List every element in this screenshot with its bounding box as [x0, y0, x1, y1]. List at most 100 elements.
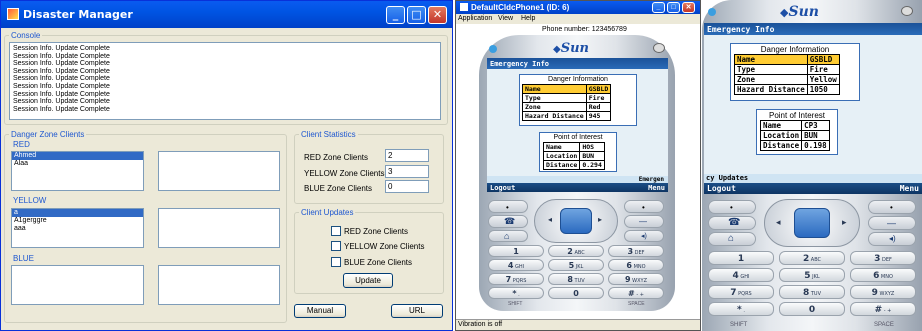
key-5[interactable]: 5 JKL	[548, 259, 604, 271]
dpad-right-icon: ▸	[598, 215, 603, 224]
yellow-zone-client-item[interactable]: A1gerggre	[12, 217, 143, 225]
phone2-call-key[interactable]: ☎	[708, 216, 756, 230]
phone1-space-label: SPACE	[628, 301, 645, 307]
red-zone-client-item[interactable]: Alaa	[12, 160, 143, 168]
phone2-select-key[interactable]	[794, 208, 830, 238]
key-6[interactable]: 6 MNO	[850, 268, 916, 282]
key-8[interactable]: 8 TUV	[779, 285, 845, 299]
blue-clients-field[interactable]: 0	[385, 180, 429, 193]
blue-update-checkbox[interactable]	[331, 257, 341, 267]
key-0[interactable]: 0	[548, 287, 604, 299]
dpad-left-icon: ◂	[548, 215, 553, 224]
red-zone-list[interactable]: Ahmed Alaa	[11, 151, 144, 191]
blue-zone-list[interactable]	[11, 265, 144, 305]
yellow-zone-client-item[interactable]: a	[12, 209, 143, 217]
info-row: Name GSBLD	[522, 84, 612, 94]
phone1-keypad: 1 2 ABC 3 DEF 4 GHI 5 JKL 6 MNO 7 PQRS 8 TUV 9 W…	[488, 245, 664, 305]
red-clients-field[interactable]: 2	[385, 149, 429, 162]
key-4[interactable]: 4 GHI	[488, 259, 544, 271]
phone2-logout-softkey[interactable]: Logout	[707, 184, 736, 193]
phone2-screen[interactable]: Emergency Info Danger Information Name GS…	[704, 23, 922, 194]
manual-button[interactable]: Manual	[294, 304, 346, 318]
key-7[interactable]: 7 PQRS	[488, 273, 544, 285]
phone1-back-key[interactable]: ◂)	[624, 230, 664, 242]
key-6[interactable]: 6 MNO	[608, 259, 664, 271]
phone2-left-softkey[interactable]: •	[708, 200, 756, 214]
key-letters: WXYZ	[630, 278, 648, 284]
phone1-right-softkey[interactable]: •	[624, 200, 664, 213]
phone1-screen[interactable]: Emergency Info Danger Information Name GS…	[487, 58, 668, 192]
console-line: Session Info. Update Complete	[13, 52, 110, 60]
phone1-menu-softkey[interactable]: Menu	[648, 184, 665, 192]
key-9[interactable]: 9 WXYZ	[850, 285, 916, 299]
blue-zone-detail-list[interactable]	[158, 265, 280, 305]
key-1[interactable]: 1	[488, 245, 544, 257]
phone1-select-key[interactable]	[560, 208, 592, 234]
camera-icon	[653, 43, 665, 53]
info-value: Red	[585, 102, 612, 112]
key-4[interactable]: 4 GHI	[708, 268, 774, 282]
phone1-logout-softkey[interactable]: Logout	[490, 184, 515, 192]
key-9[interactable]: 9 WXYZ	[608, 273, 664, 285]
emulator-title: DefaultCldcPhone1 (ID: 6)	[471, 3, 570, 12]
info-row: Hazard Distance 945	[522, 111, 612, 121]
console-output[interactable]: Session Info. Update Complete Session Inf…	[9, 42, 441, 120]
key-7[interactable]: 7 PQRS	[708, 285, 774, 299]
yellow-zone-client-item[interactable]: aaa	[12, 225, 143, 233]
maximize-button[interactable]: □	[407, 6, 426, 24]
phone2-end-key[interactable]: —	[868, 216, 916, 230]
phone1-home-key[interactable]: ⌂	[488, 230, 528, 242]
emulator-title-bar[interactable]: DefaultCldcPhone1 (ID: 6) _ □ ✕	[456, 1, 700, 14]
phone2-right-softkey[interactable]: •	[868, 200, 916, 214]
phone1-left-softkey[interactable]: •	[488, 200, 528, 213]
info-row: Hazard Distance 1050	[734, 84, 840, 95]
console-line: Session Info. Update Complete	[13, 90, 110, 98]
key-letters: MNO	[879, 274, 893, 280]
yellow-zone-list[interactable]: a A1gerggre aaa	[11, 208, 144, 248]
info-key: Zone	[522, 102, 587, 112]
yellow-zone-detail-list[interactable]	[158, 208, 280, 248]
key-3[interactable]: 3 DEF	[608, 245, 664, 257]
title-bar[interactable]: Disaster Manager _ □ ✕	[1, 1, 452, 28]
phone2-menu-softkey[interactable]: Menu	[900, 184, 919, 193]
minimize-button[interactable]: _	[386, 6, 405, 24]
key-#[interactable]: # - +	[850, 302, 916, 316]
key-2[interactable]: 2 ABC	[548, 245, 604, 257]
key-2[interactable]: 2 ABC	[779, 251, 845, 265]
emulator-minimize-button[interactable]: _	[652, 2, 665, 13]
info-row: Name CP3	[759, 120, 830, 131]
yellow-update-label: YELLOW Zone Clients	[344, 242, 425, 251]
emulator-app-icon	[460, 3, 468, 11]
info-key: Hazard Distance	[522, 111, 587, 121]
update-button[interactable]: Update	[343, 273, 393, 288]
info-row: Name HOS	[542, 142, 605, 152]
phone1-end-key[interactable]: —	[624, 215, 664, 228]
key-8[interactable]: 8 TUV	[548, 273, 604, 285]
close-button[interactable]: ✕	[428, 6, 447, 24]
info-key: Hazard Distance	[734, 84, 808, 95]
phone2-home-key[interactable]: ⌂	[708, 232, 756, 246]
phone2-back-key[interactable]: ◂)	[868, 232, 916, 246]
yellow-clients-field[interactable]: 3	[385, 165, 429, 178]
camera-icon	[901, 6, 913, 16]
key-3[interactable]: 3 DEF	[850, 251, 916, 265]
key-#[interactable]: # - +	[608, 287, 664, 299]
emulator-maximize-button[interactable]: □	[667, 2, 680, 13]
red-zone-detail-list[interactable]	[158, 151, 280, 191]
key-letters: PQRS	[511, 278, 527, 284]
key-*[interactable]: * .	[708, 302, 774, 316]
red-update-checkbox[interactable]	[331, 226, 341, 236]
key-letters: JKL	[574, 264, 584, 270]
yellow-update-checkbox[interactable]	[331, 241, 341, 251]
menu-help[interactable]: Help	[521, 15, 535, 22]
url-button[interactable]: URL	[391, 304, 443, 318]
menu-view[interactable]: View	[498, 15, 513, 22]
key-1[interactable]: 1	[708, 251, 774, 265]
key-0[interactable]: 0	[779, 302, 845, 316]
red-zone-client-item[interactable]: Ahmed	[12, 152, 143, 160]
emulator-close-button[interactable]: ✕	[682, 2, 695, 13]
menu-application[interactable]: Application	[458, 15, 492, 22]
key-5[interactable]: 5 JKL	[779, 268, 845, 282]
key-*[interactable]: * .	[488, 287, 544, 299]
phone1-call-key[interactable]: ☎	[488, 215, 528, 228]
